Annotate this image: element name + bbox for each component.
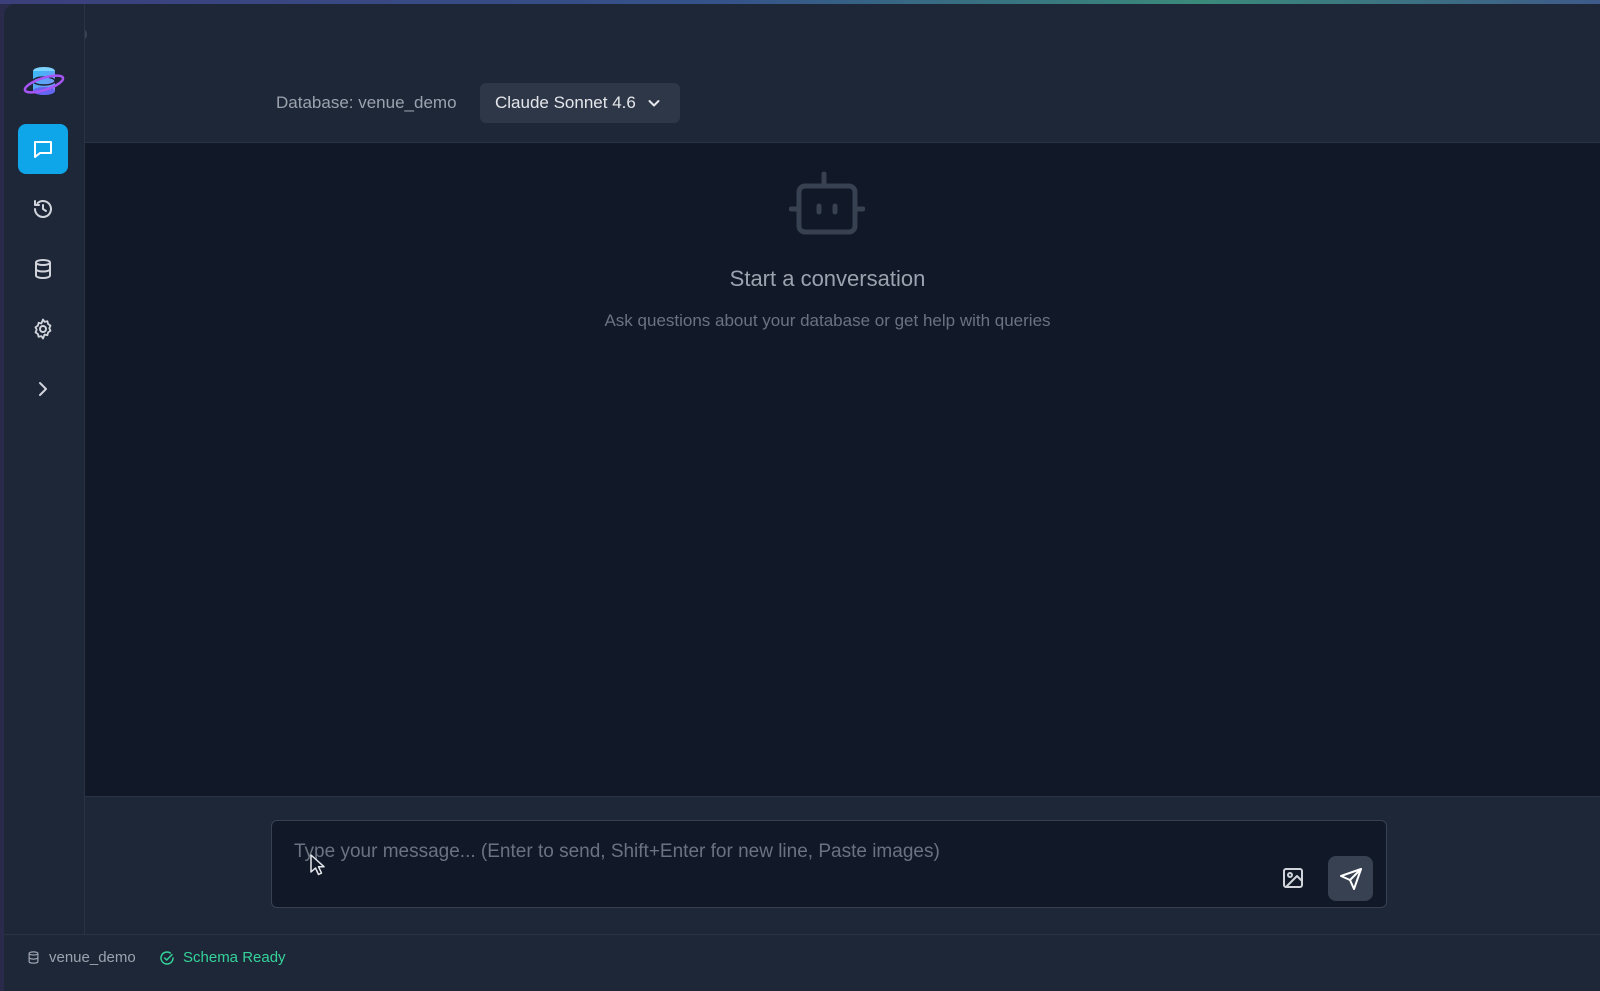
status-database-name: venue_demo [49,949,136,966]
message-composer [271,820,1387,908]
titlebar [4,4,1600,62]
chat-header: Database: venue_demo Claude Sonnet 4.6 [85,62,1600,143]
chat-icon [34,141,52,158]
send-icon [1339,867,1362,890]
empty-state-subtitle: Ask questions about your database or get… [604,311,1051,330]
status-bar: venue_demo Schema Ready [4,934,1600,991]
history-icon [34,200,52,218]
message-input[interactable] [292,839,1256,865]
bot-icon [788,170,866,238]
app-logo-icon [22,62,66,102]
status-schema-text: Schema Ready [183,949,286,966]
app-window: Database: venue_demo Claude Sonnet 4.6 S… [4,4,1600,991]
model-select-value: Claude Sonnet 4.6 [495,93,636,112]
chevron-right-icon [39,382,47,396]
check-circle-icon [160,950,174,965]
image-icon [1283,868,1303,888]
database-label: Database: venue_demo [276,93,457,112]
sidebar-item-history[interactable] [18,184,68,234]
status-schema: Schema Ready [159,949,286,966]
gear-icon [34,318,52,340]
status-database: venue_demo [26,949,136,966]
attach-image-button[interactable] [1278,863,1308,893]
sidebar [4,4,85,954]
chevron-down-icon [648,100,660,107]
sidebar-expand-button[interactable] [18,364,68,414]
database-icon [35,259,51,280]
sidebar-item-database[interactable] [18,244,68,294]
sidebar-item-settings[interactable] [18,304,68,354]
send-button[interactable] [1328,856,1373,901]
sidebar-item-chat[interactable] [18,124,68,174]
database-icon [28,951,39,964]
empty-state-title: Start a conversation [729,266,926,291]
model-select[interactable]: Claude Sonnet 4.6 [480,83,680,123]
chat-main-area: Start a conversation Ask questions about… [85,143,1600,796]
mouse-cursor-icon [309,853,327,877]
